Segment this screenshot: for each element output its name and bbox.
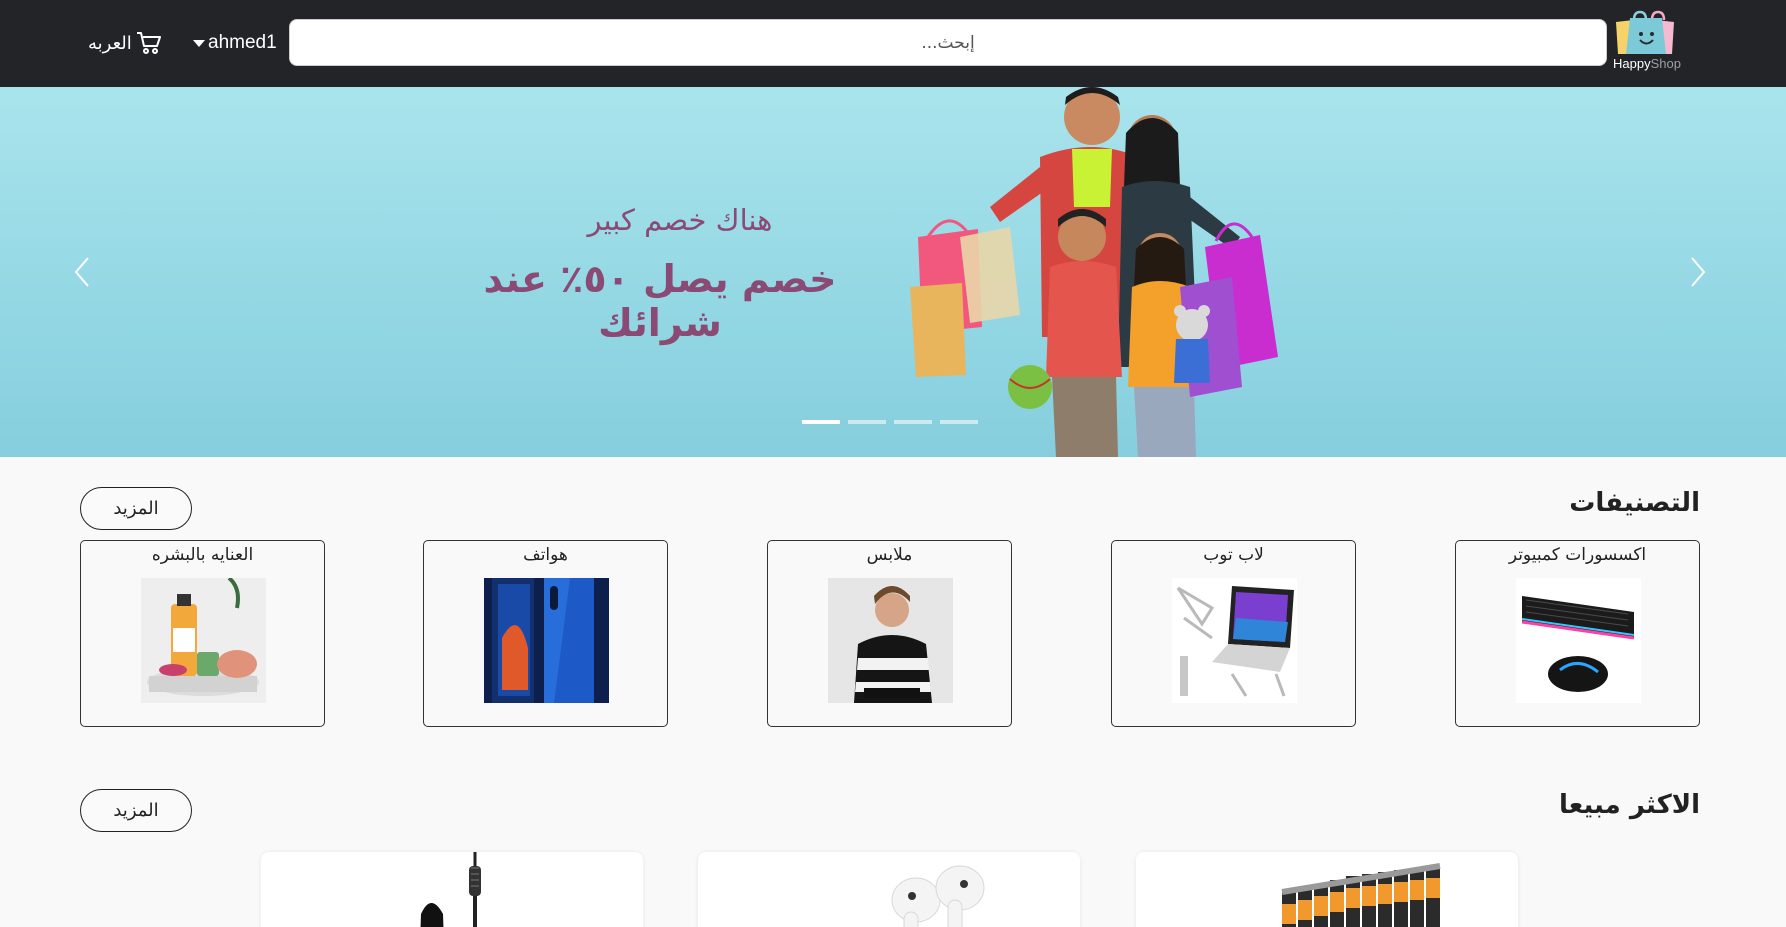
mascara-image <box>261 852 643 927</box>
man-clothes-image <box>828 578 953 703</box>
category-card-laptop[interactable]: لاب توب <box>1111 540 1356 727</box>
carousel-indicator-1[interactable] <box>802 420 840 424</box>
carousel-indicator-4[interactable] <box>940 420 978 424</box>
carousel-indicator-3[interactable] <box>894 420 932 424</box>
search-input[interactable] <box>289 19 1607 66</box>
categories-title: التصنيفات <box>1569 488 1700 518</box>
carousel-indicator-2[interactable] <box>848 420 886 424</box>
shopping-bag-icon <box>1616 10 1674 54</box>
user-name: ahmed1 <box>208 32 277 53</box>
family-shopping-image <box>910 87 1278 457</box>
skincare-image <box>141 578 266 703</box>
category-card-computer-accessories[interactable]: اكسسورات كمبيوتر <box>1455 540 1700 727</box>
laptop-stand-image <box>1172 578 1297 703</box>
chevron-down-icon <box>193 39 205 47</box>
hero-title: خصم يصل ٥٠٪ عند شرائك <box>483 257 837 345</box>
product-card[interactable] <box>1136 852 1518 927</box>
product-card[interactable] <box>261 852 643 927</box>
logo-word-happy: Happy <box>1613 56 1651 71</box>
chevron-left-icon <box>74 257 89 287</box>
carousel-next-button[interactable] <box>1682 252 1712 292</box>
chevron-right-icon <box>1691 257 1706 287</box>
cart-icon <box>136 32 161 54</box>
site-logo[interactable]: HappyShop <box>1612 10 1682 74</box>
category-label: اكسسورات كمبيوتر <box>1508 545 1647 565</box>
category-card-clothes[interactable]: ملابس <box>767 540 1012 727</box>
carousel-prev-button[interactable] <box>68 252 98 292</box>
category-card-skincare[interactable]: العنايه بالبشره <box>80 540 325 727</box>
category-label: لاب توب <box>1203 545 1264 565</box>
best-sellers-more-button[interactable]: المزيد <box>80 789 192 832</box>
cart-label: العربه <box>88 32 132 54</box>
carousel-indicators <box>802 420 978 424</box>
product-card[interactable] <box>698 852 1080 927</box>
category-card-phones[interactable]: هواتف <box>423 540 668 727</box>
category-label: ملابس <box>866 545 913 565</box>
category-label: العنايه بالبشره <box>151 545 254 565</box>
user-menu-dropdown[interactable]: ahmed1 <box>193 30 277 56</box>
hero-carousel: هناك خصم كبير خصم يصل ٥٠٪ عند شرائك <box>0 87 1786 457</box>
categories-more-button[interactable]: المزيد <box>80 487 192 530</box>
keyboard-mouse-image <box>1516 578 1641 703</box>
best-sellers-title: الاكثر مبيعا <box>1559 790 1700 820</box>
top-navbar: HappyShop ahmed1 العربه <box>0 0 1786 87</box>
cart-link[interactable]: العربه <box>88 30 162 56</box>
logo-word-shop: Shop <box>1650 56 1681 71</box>
smartphone-image <box>484 578 609 703</box>
batteries-image <box>1136 852 1518 927</box>
category-label: هواتف <box>523 545 568 565</box>
earbuds-image <box>698 852 1080 927</box>
logo-text: HappyShop <box>1612 56 1682 71</box>
hero-subtitle: هناك خصم كبير <box>587 203 773 237</box>
